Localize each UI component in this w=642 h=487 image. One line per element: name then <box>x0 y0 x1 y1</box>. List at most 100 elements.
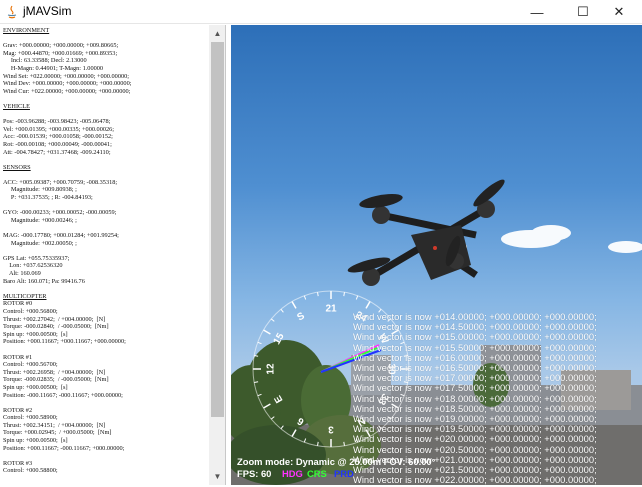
telemetry-line: P: +031.37535; ; R: -004.84193; <box>3 194 93 202</box>
telemetry-line: Magnitude: +009.80938; ; <box>3 186 77 194</box>
telemetry-line <box>3 247 208 255</box>
minimize-icon: — <box>530 4 544 20</box>
telemetry-line: Torque: -000.02840; / -000.05000; [Nm] <box>3 323 109 331</box>
telemetry-line: H-Magn: 0.44901; T-Magn: 1.00000 <box>3 64 104 72</box>
telemetry-line: GYO: -000.00233; +000.00052; -000.00059; <box>3 209 117 217</box>
telemetry-line: Pos: -003.96288; -003.98423; -005.06478; <box>3 118 111 126</box>
compass-label: 21 <box>325 304 337 315</box>
scroll-down-arrow-icon[interactable]: ▼ <box>209 468 225 484</box>
telemetry-line: ROTOR #3 <box>3 459 33 467</box>
telemetry-line: Spin up: +000.00500; [s] <box>3 383 68 391</box>
telemetry-line: Position: +000.11667; -000.11667; +000.0… <box>3 444 125 452</box>
section-heading: MULTICOPTER <box>3 292 47 300</box>
telemetry-line: ACC: +005.09387; +000.70759; -008.35318; <box>3 178 118 186</box>
telemetry-line: Torque: +000.02945; / +000.05000; [Nm] <box>3 429 112 437</box>
compass-tick <box>365 301 371 309</box>
telemetry-panel[interactable]: ENVIRONMENT Grav: +000.00000; +000.00000;… <box>0 25 226 485</box>
section-heading: VEHICLE <box>3 102 30 110</box>
telemetry-line: Control: +000.58900; <box>3 414 58 422</box>
compass-tick <box>403 381 408 383</box>
telemetry-line: ROTOR #2 <box>3 406 33 414</box>
compass-tick <box>400 341 405 345</box>
telemetry-line: Thrust: +002.27042; / +004.00000; [N] <box>3 315 106 323</box>
telemetry-line: Incl: 63.33588; Decl: 2.13000 <box>3 57 87 65</box>
telemetry-line <box>3 202 208 210</box>
minimize-button[interactable]: — <box>514 0 560 24</box>
compass-tick <box>403 355 408 357</box>
section-heading: ENVIRONMENT <box>3 27 50 34</box>
compass-label: W <box>376 332 391 346</box>
telemetry-line: Wind Cur: +022.00000; +000.00000; +000.0… <box>3 87 131 95</box>
simulation-viewport[interactable]: W 30 33 N 3 6 E 12 15 S 21 24 Wind vector is now +0… <box>231 25 642 485</box>
compass-tick <box>263 329 271 335</box>
quadcopter-model <box>347 179 505 286</box>
compass-tick <box>270 318 275 322</box>
java-app-icon <box>7 5 17 19</box>
compass-tick <box>343 292 345 297</box>
compass-tick <box>317 292 319 297</box>
compass-tick <box>291 301 297 309</box>
telemetry-line: Magnitude: +002.00050; ; <box>3 239 77 247</box>
telemetry-line: Baro Alt: 160.071; Pa: 99416.76 <box>3 277 85 285</box>
telemetry-line: Spin up: +000.00500; [s] <box>3 437 68 445</box>
clouds <box>447 225 642 253</box>
telemetry-line: Position: +000.11667; +000.11667; +000.0… <box>3 338 126 346</box>
telemetry-line: ROTOR #1 <box>3 353 33 361</box>
compass-tick <box>378 308 382 313</box>
section-heading: SENSORS <box>3 163 31 171</box>
compass-label: 30 <box>386 363 397 375</box>
telemetry-line: Magnitude: +000.00246; ; <box>3 216 77 224</box>
compass-tick <box>387 318 392 322</box>
scroll-up-arrow-icon[interactable]: ▲ <box>209 25 225 41</box>
scene-graphics: W3033N36E1215S2124 <box>231 179 642 485</box>
telemetry-line: Control: +000.56800; <box>3 307 58 315</box>
compass-tick <box>391 329 399 335</box>
compass-tick <box>257 341 262 345</box>
telemetry-line: Grav: +000.00000; +000.00000; +009.80665… <box>3 42 119 50</box>
telemetry-line: Control: +000.58800; <box>3 467 58 475</box>
compass-tick <box>343 441 345 446</box>
telemetry-line: Thrust: +002.34151; / +004.00000; [N] <box>3 421 106 429</box>
telemetry-line: ROTOR #0 <box>3 300 33 308</box>
telemetry-line: GPS Lat: +055.75335937; <box>3 254 70 262</box>
compass-label: 24 <box>353 310 369 325</box>
telemetry-line: Position: -000.11667; -000.11667; +000.0… <box>3 391 123 399</box>
compass-tick <box>254 381 259 383</box>
telemetry-line: Torque: -000.02835; / -000.05000; [Nm] <box>3 376 109 384</box>
title-bar: jMAVSim — ☐ ✕ <box>0 0 642 24</box>
telemetry-line <box>3 224 208 232</box>
compass-label: S <box>295 310 307 323</box>
compass-tick <box>280 308 284 313</box>
telemetry-line: Spin up: +000.00500; [s] <box>3 330 68 338</box>
telemetry-line: Wind Dev: +000.00000; +000.00000; +000.0… <box>3 80 132 88</box>
compass-tick <box>303 295 307 300</box>
scroll-thumb[interactable] <box>211 42 224 417</box>
telemetry-line: Alt: 160.069 <box>3 270 41 277</box>
telemetry-line: Mag: +000.44870; +000.01669; +000.89353; <box>3 49 118 57</box>
telemetry-line: Rot: -000.00108; +000.00049; -000.00041; <box>3 140 112 148</box>
telemetry-line: Thrust: +002.26958; / +004.00000; [N] <box>3 368 106 376</box>
compass-tick <box>254 355 259 357</box>
telemetry-line: Wind Set: +022.00000; +000.00000; +000.0… <box>3 72 130 80</box>
maximize-icon: ☐ <box>577 4 589 19</box>
telemetry-line: Lon: +037.62536320 <box>3 262 63 270</box>
telemetry-line: Vel: +000.01395; +000.00335; +000.00026; <box>3 125 115 133</box>
vertical-scrollbar[interactable]: ▲ ▼ <box>209 25 225 485</box>
telemetry-line: Acc: -000.01539; +000.01058; -000.00152; <box>3 133 113 141</box>
close-button[interactable]: ✕ <box>596 0 642 24</box>
telemetry-line: Control: +000.56700; <box>3 361 58 369</box>
telemetry-line: Att: -004.78427; +031.37468; -009.24110; <box>3 148 111 156</box>
compass-label: 3 <box>328 424 334 435</box>
telemetry-line: MAG: -000.17780; +000.01284; +001.99254; <box>3 232 119 240</box>
compass-label: 12 <box>266 363 277 375</box>
